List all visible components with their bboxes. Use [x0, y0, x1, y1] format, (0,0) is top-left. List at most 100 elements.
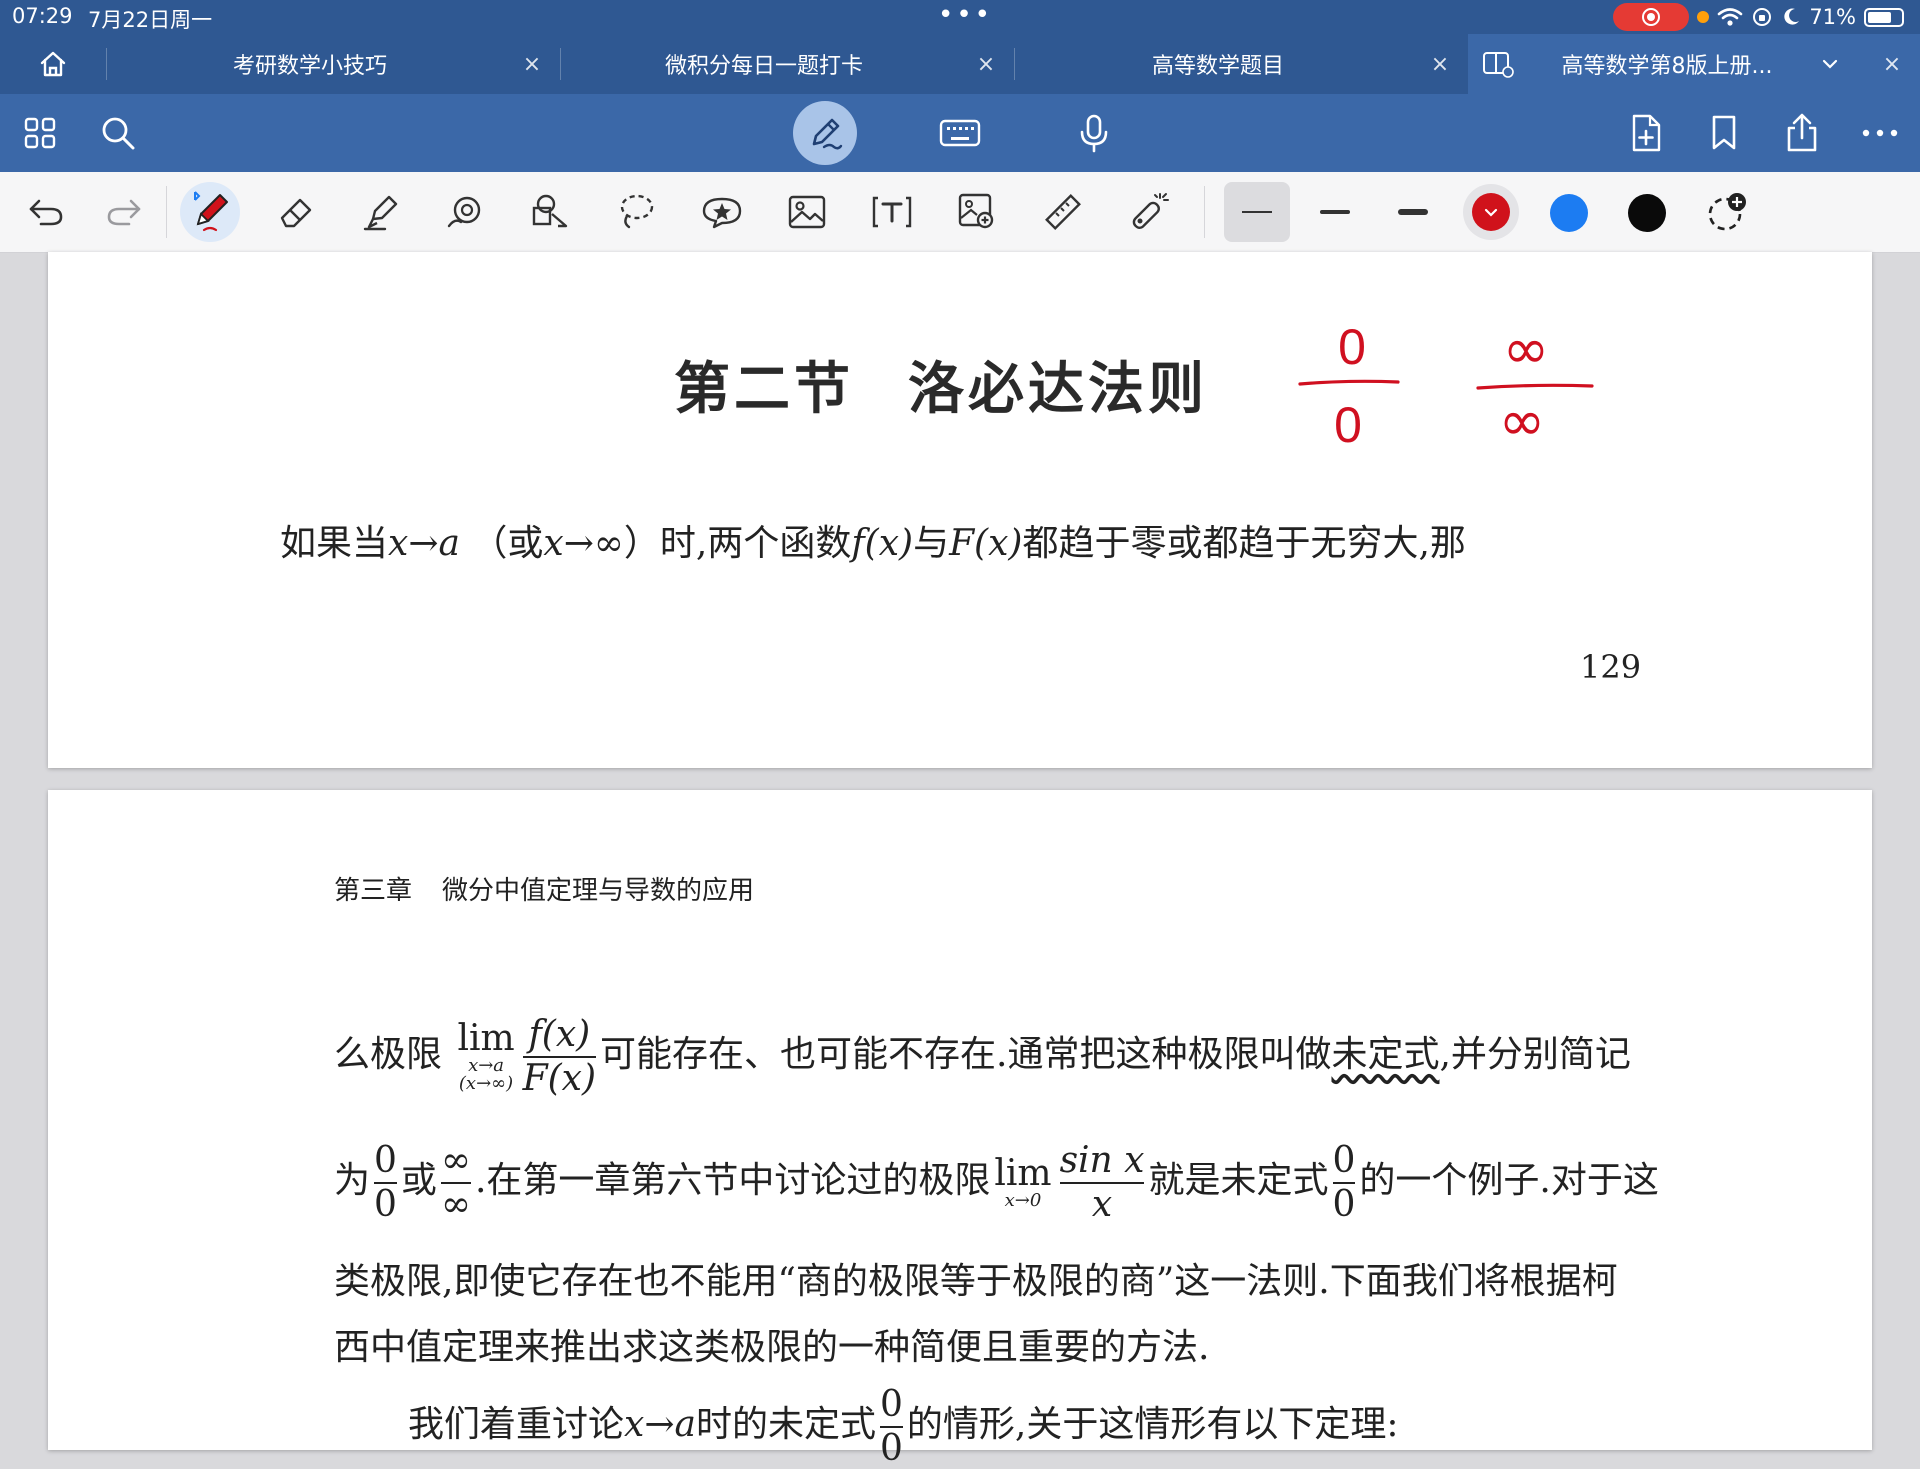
stroke-width-thick[interactable]	[1380, 182, 1446, 242]
tab-close-button[interactable]: ×	[1420, 52, 1460, 77]
more-options-button[interactable]	[1856, 109, 1904, 157]
shape-tool-button[interactable]	[442, 188, 490, 236]
pdf-page-130[interactable]: 第三章 微分中值定理与导数的应用 么极限 lim x→a (x→∞) f(x) F…	[48, 790, 1872, 1467]
fraction-denominator: 0	[879, 1427, 903, 1469]
grid-icon	[24, 117, 56, 149]
pen-tool-button[interactable]	[180, 182, 240, 242]
tab-1[interactable]: 微积分每日一题打卡 ×	[562, 34, 1014, 94]
shape-icon	[447, 196, 481, 228]
tab-separator	[106, 48, 107, 80]
eraser-icon	[280, 198, 312, 228]
document-tab-bar: 考研数学小技巧 × 微积分每日一题打卡 × 高等数学题目 × 高等数学第8版上册…	[0, 34, 1920, 94]
status-date: 7月22日周一	[88, 8, 213, 32]
search-icon	[102, 117, 135, 150]
undo-button[interactable]	[22, 188, 70, 236]
lasso-icon	[620, 194, 654, 229]
battery-icon	[1864, 7, 1904, 27]
limit-expression: lim x→0	[994, 1152, 1052, 1211]
page-number: 129	[1580, 648, 1642, 686]
emphasized-term: 未定式	[1331, 1033, 1440, 1075]
fraction-denominator: 0	[1332, 1183, 1356, 1225]
orientation-lock-icon	[1753, 8, 1772, 26]
sticker-tool-button[interactable]	[698, 188, 746, 236]
image-icon	[788, 195, 826, 229]
redo-button[interactable]	[100, 188, 148, 236]
paragraph-line: 如果当x→a （或x→∞）时,两个函数f(x)与F(x)都趋于零或都趋于无穷大,…	[280, 514, 1466, 566]
record-icon	[1642, 8, 1661, 26]
status-time: 07:29	[12, 4, 73, 28]
section-title: 第二节 洛必达法则	[674, 344, 1208, 425]
thumbnails-button[interactable]	[16, 109, 64, 157]
stroke-width-thin[interactable]	[1224, 182, 1290, 242]
ruler-icon	[1045, 194, 1081, 230]
text-run: 时的未定式	[695, 1403, 876, 1445]
math-run: x→a	[624, 1403, 696, 1445]
text-run: 可能存在、也可能不存在.通常把这种极限叫做	[600, 1033, 1332, 1075]
paragraph-line: 为 0 0 或 ∞ ∞ .在第一章第六节中讨论过的极限 lim x→0 sin …	[334, 1142, 1659, 1224]
color-swatch-blue[interactable]	[1550, 194, 1588, 232]
annotation-infinity-numerator: ∞	[1503, 317, 1550, 382]
fraction: f(x) F(x)	[522, 1016, 597, 1099]
paragraph-line: 么极限 lim x→a (x→∞) f(x) F(x) 可能存在、也可能不存在.…	[334, 1016, 1631, 1098]
text-run: 或	[400, 1159, 437, 1201]
lim-subscript: x→0	[1004, 1189, 1042, 1211]
tab-close-button[interactable]: ×	[966, 52, 1006, 77]
text-run: 如果当	[280, 523, 389, 564]
text-run: 么极限	[334, 1033, 443, 1075]
tab-close-button[interactable]: ×	[1872, 52, 1912, 77]
tab-3-active[interactable]: 高等数学第8版上册... ×	[1468, 34, 1920, 94]
home-button[interactable]	[28, 46, 78, 82]
eraser-tool-button[interactable]	[272, 188, 320, 236]
color-swatch-red[interactable]	[1472, 193, 1510, 231]
screen-recording-indicator[interactable]	[1613, 3, 1690, 31]
fraction-denominator: F(x)	[522, 1057, 597, 1099]
laser-pointer-button[interactable]	[1124, 188, 1172, 236]
tab-close-button[interactable]: ×	[512, 52, 552, 77]
split-view-icon[interactable]	[1482, 49, 1516, 79]
multitasking-dots-icon[interactable]: •••	[938, 0, 993, 30]
fraction-numerator: 0	[1332, 1140, 1356, 1181]
keyboard-button[interactable]	[936, 109, 984, 157]
text-tool-button[interactable]	[868, 188, 916, 236]
tab-label: 考研数学小技巧	[232, 54, 387, 79]
text-run: 都趋于零或都趋于无穷大,那	[1022, 523, 1466, 564]
text-run: 我们着重讨论	[408, 1403, 625, 1445]
lim-operator: lim	[457, 1017, 515, 1059]
toolbar-separator	[1204, 186, 1205, 238]
bookmark-button[interactable]	[1700, 109, 1748, 157]
fraction-numerator: sin x	[1059, 1140, 1145, 1181]
pen-mode-button[interactable]	[793, 101, 857, 165]
image-search-tool-button[interactable]	[954, 188, 1002, 236]
add-color-icon	[1708, 193, 1746, 231]
tab-2[interactable]: 高等数学题目 ×	[1016, 34, 1468, 94]
laser-pointer-icon	[1132, 193, 1169, 229]
add-color-button[interactable]	[1703, 188, 1751, 236]
sticker-icon	[702, 197, 742, 229]
lim-operator: lim	[994, 1152, 1052, 1194]
image-tool-button[interactable]	[783, 188, 831, 236]
color-swatch-black[interactable]	[1628, 194, 1666, 232]
main-toolbar	[0, 94, 1920, 172]
search-button[interactable]	[94, 109, 142, 157]
ruler-tool-button[interactable]	[1039, 188, 1087, 236]
fraction: ∞ ∞	[440, 1142, 471, 1224]
stroke-width-medium[interactable]	[1302, 182, 1368, 242]
lasso-tool-button[interactable]	[612, 188, 660, 236]
chevron-down-icon[interactable]	[1818, 52, 1842, 76]
pen-mode-icon	[812, 118, 843, 150]
highlighter-tool-button[interactable]	[357, 188, 405, 236]
paragraph-line: 西中值定理来推出求这类极限的一种简便且重要的方法.	[334, 1327, 1210, 1368]
stroke-thick-line	[1398, 209, 1428, 215]
stroke-medium-line	[1320, 210, 1350, 214]
share-icon	[1787, 113, 1817, 152]
voice-input-button[interactable]	[1070, 109, 1118, 157]
fraction-denominator: 0	[374, 1183, 397, 1225]
shape-recognition-button[interactable]	[527, 188, 575, 236]
tab-0[interactable]: 考研数学小技巧 ×	[108, 34, 560, 94]
pdf-page-129[interactable]: 第二节 洛必达法则 0 0 ∞ ∞ 如果当x→a （或x→∞）时,两个函数f(x)…	[48, 252, 1872, 768]
share-button[interactable]	[1778, 109, 1826, 157]
tab-label: 高等数学第8版上册...	[1561, 54, 1773, 79]
status-indicators: 71%	[1613, 3, 1904, 31]
redo-icon	[107, 199, 141, 226]
add-page-button[interactable]	[1622, 109, 1670, 157]
